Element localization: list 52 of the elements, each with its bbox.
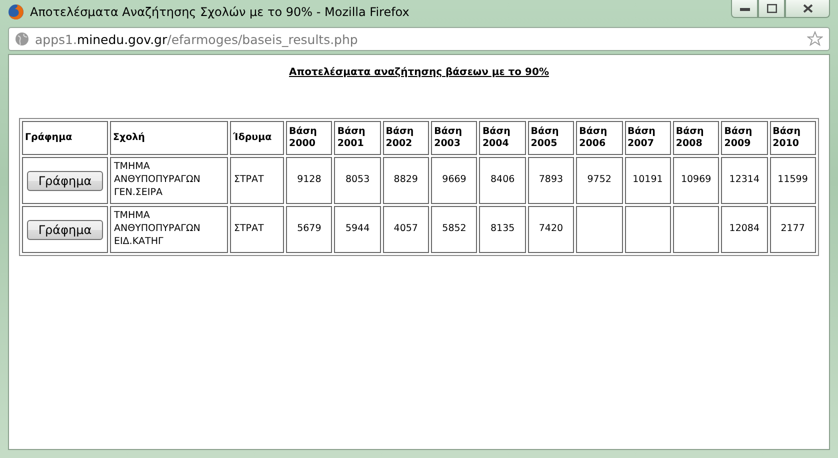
column-header: Βάση 2005 [528,121,574,155]
table-cell: ΤΜΗΜΑ ΑΝΘΥΠΟΠΥΡΑΓΩΝ ΕΙΔ.ΚΑΤΗΓ [110,206,228,253]
column-header: Σχολή [110,121,228,155]
table-cell: 8406 [479,157,526,204]
table-cell: 5944 [334,206,381,253]
table-cell: ΣΤΡΑΤ [230,157,284,204]
column-header: Γράφημα [22,121,108,155]
table-cell: 8135 [479,206,526,253]
maximize-button[interactable] [758,0,785,18]
page-heading: Αποτελέσματα αναζήτησης βάσεων με το 90% [289,67,549,78]
table-cell: 10969 [672,157,720,204]
table-cell: 9128 [286,157,332,204]
table-cell: 4057 [382,206,430,253]
table-cell: 9752 [576,157,623,204]
address-bar[interactable]: apps1.minedu.gov.gr/efarmoges/baseis_results.php [8,27,830,51]
chart-button[interactable]: Γράφημα [27,220,103,240]
table-cell: 8829 [382,157,430,204]
close-button[interactable] [785,0,830,18]
maximize-icon [766,4,776,13]
table-cell: 5679 [286,206,332,253]
column-header: Βάση 2006 [576,121,623,155]
column-header: Βάση 2002 [382,121,430,155]
table-cell: 12314 [721,157,768,204]
table-cell: 7420 [528,206,574,253]
globe-icon [15,32,29,46]
column-header: Βάση 2001 [334,121,381,155]
table-cell: 12084 [721,206,768,253]
column-header: Βάση 2004 [479,121,526,155]
table-cell: 11599 [770,157,816,204]
table-cell: 8053 [334,157,381,204]
minimize-button[interactable] [731,0,758,18]
column-header: Βάση 2003 [431,121,478,155]
chart-button[interactable]: Γράφημα [27,170,103,190]
table-cell: 2177 [770,206,816,253]
table-cell: 7893 [528,157,574,204]
column-header: Βάση 2008 [672,121,720,155]
url-text: apps1.minedu.gov.gr/efarmoges/baseis_results.php [35,32,359,46]
close-icon [802,4,812,13]
window-title: Αποτελέσματα Αναζήτησης Σχολών με το 90% - Mozilla Firefox [30,5,410,19]
table-cell: ΣΤΡΑΤ [230,206,284,253]
table-cell: 5852 [431,206,478,253]
column-header: Βάση 2010 [770,121,816,155]
column-header: Βάση 2007 [624,121,671,155]
browser-logo-icon [8,4,24,20]
column-header: Βάση 2009 [721,121,768,155]
minimize-icon [740,6,750,10]
table-cell: 9669 [431,157,478,204]
star-icon[interactable] [807,31,823,47]
table-cell: ΤΜΗΜΑ ΑΝΘΥΠΟΠΥΡΑΓΩΝ ΓΕΝ.ΣΕΙΡΑ [110,157,228,204]
column-header: Ίδρυμα [230,121,284,155]
column-header: Βάση 2000 [286,121,332,155]
table-cell: 10191 [624,157,671,204]
